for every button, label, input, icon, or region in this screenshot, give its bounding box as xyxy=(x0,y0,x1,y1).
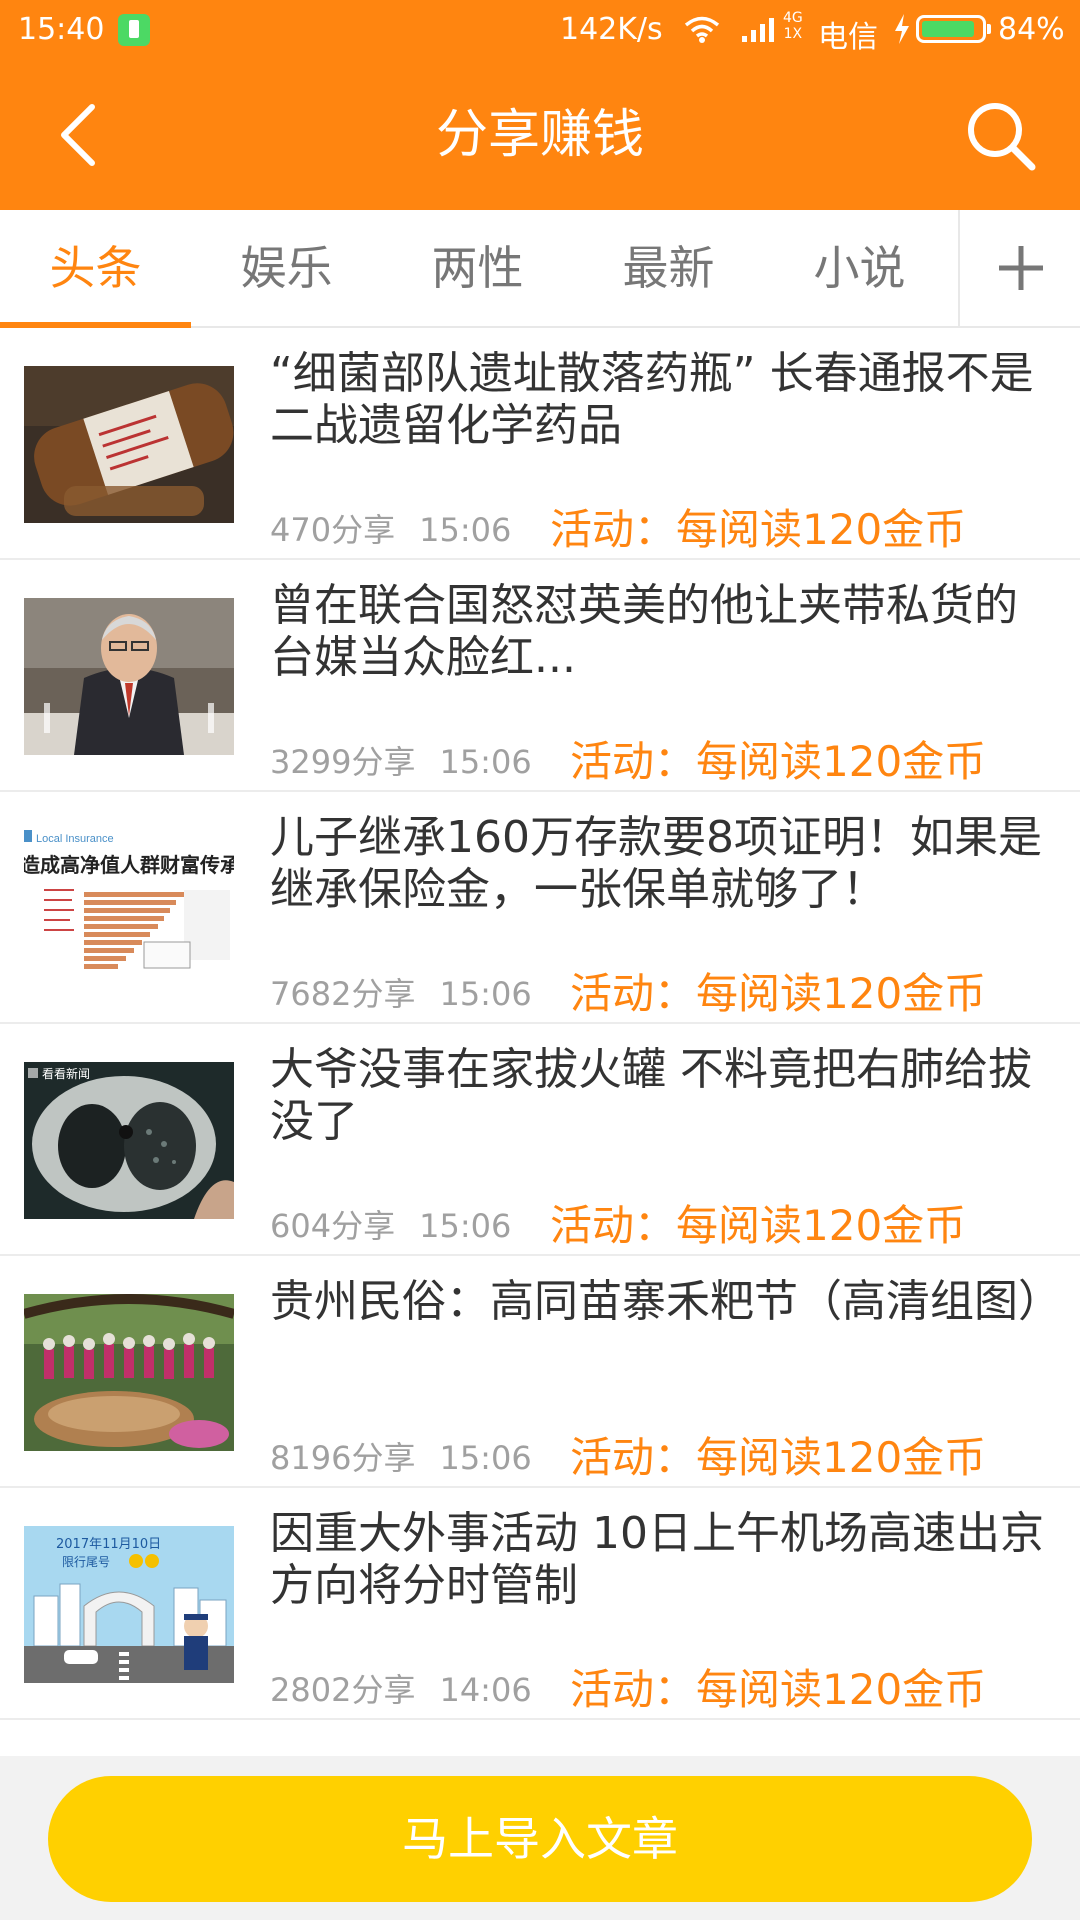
article-meta: 2802分享 14:06 xyxy=(270,1665,532,1711)
article-thumbnail: 2017年11月10日 限行尾号 xyxy=(24,1526,234,1683)
plus-icon xyxy=(999,246,1043,290)
search-button[interactable] xyxy=(960,95,1040,175)
tab-latest[interactable]: 最新 xyxy=(573,210,764,326)
article-title: 因重大外事活动 10日上午机场高速出京方向将分时管制 xyxy=(270,1508,1044,1611)
article-thumbnail: 看看新闻 xyxy=(24,1062,234,1219)
network-type: 4G 1X xyxy=(783,10,803,42)
add-tab-button[interactable] xyxy=(958,210,1080,326)
article-thumbnail xyxy=(24,1294,234,1451)
article-item[interactable]: “细菌部队遗址散落药瓶” 长春通报不是二战遗留化学药品 470分享 15:06 活… xyxy=(0,328,1080,560)
page-title: 分享赚钱 xyxy=(435,105,644,165)
status-time: 15:40 xyxy=(18,12,105,47)
article-list: “细菌部队遗址散落药瓶” 长春通报不是二战遗留化学药品 470分享 15:06 活… xyxy=(0,328,1080,1720)
article-meta: 7682分享 15:06 xyxy=(270,969,532,1015)
reward-promo: 活动：每阅读120金币 xyxy=(570,1433,987,1482)
title-bar: 分享赚钱 xyxy=(0,60,1080,210)
network-type-bottom: 1X xyxy=(783,26,803,42)
back-button[interactable] xyxy=(40,95,120,175)
article-item[interactable]: 贵州民俗：高同苗寨禾粑节（高清组图） 8196分享 15:06 活动：每阅读120… xyxy=(0,1256,1080,1488)
share-count: 7682分享 xyxy=(270,975,416,1013)
traffic-date: 2017年11月10日 xyxy=(56,1537,161,1552)
article-title: 儿子继承160万存款要8项证明！如果是继承保险金，一张保单就够了！ xyxy=(270,812,1042,915)
article-title: 贵州民俗：高同苗寨禾粑节（高清组图） xyxy=(270,1276,1060,1327)
import-article-button[interactable]: 马上导入文章 xyxy=(48,1776,1032,1902)
publish-time: 14:06 xyxy=(439,1671,532,1709)
article-title: 大爷没事在家拔火罐 不料竟把右肺给拔没了 xyxy=(270,1044,1032,1147)
article-item[interactable]: 曾在联合国怒怼英美的他让夹带私货的台媒当众脸红... 3299分享 15:06 活… xyxy=(0,560,1080,792)
publish-time: 15:06 xyxy=(439,1439,532,1477)
charging-icon xyxy=(895,14,909,44)
news-label: 看看新闻 xyxy=(42,1066,90,1081)
article-meta: 3299分享 15:06 xyxy=(270,737,532,783)
publish-time: 15:06 xyxy=(419,511,512,549)
publish-time: 15:06 xyxy=(439,743,532,781)
article-thumbnail xyxy=(24,366,234,523)
article-item[interactable]: 看看新闻 大爷没事在家拔火罐 不料竟把右肺给拔没了 604分享 15:06 活动：… xyxy=(0,1024,1080,1256)
article-meta: 604分享 15:06 xyxy=(270,1201,511,1247)
status-bar: 15:40 142K/s 4G 1X 电信 84% xyxy=(0,0,1080,60)
publish-time: 15:06 xyxy=(439,975,532,1013)
insurance-label: Local Insurance xyxy=(36,833,114,845)
network-type-top: 4G xyxy=(783,10,803,26)
insurance-headline: 造成高净值人群财富传承首 xyxy=(24,853,234,877)
reward-promo: 活动：每阅读120金币 xyxy=(550,1201,967,1250)
category-tabs: 头条 娱乐 两性 最新 小说 xyxy=(0,210,1080,328)
article-meta: 470分享 15:06 xyxy=(270,505,511,551)
article-thumbnail xyxy=(24,598,234,755)
tab-novels[interactable]: 小说 xyxy=(764,210,955,326)
article-title: 曾在联合国怒怼英美的他让夹带私货的台媒当众脸红... xyxy=(270,580,1018,683)
article-meta: 8196分享 15:06 xyxy=(270,1433,532,1479)
share-count: 470分享 xyxy=(270,511,396,549)
share-count: 3299分享 xyxy=(270,743,416,781)
tab-relationships[interactable]: 两性 xyxy=(382,210,573,326)
carrier-name: 电信 xyxy=(818,20,878,55)
bottom-action-area: 马上导入文章 xyxy=(0,1756,1080,1920)
tab-entertainment[interactable]: 娱乐 xyxy=(191,210,382,326)
wifi-icon xyxy=(684,16,720,43)
reward-promo: 活动：每阅读120金币 xyxy=(570,1665,987,1714)
tab-headlines[interactable]: 头条 xyxy=(0,210,191,328)
reward-promo: 活动：每阅读120金币 xyxy=(570,969,987,1018)
article-item[interactable]: Local Insurance 造成高净值人群财富传承首 xyxy=(0,792,1080,1024)
battery-app-icon xyxy=(118,14,150,46)
article-thumbnail: Local Insurance 造成高净值人群财富传承首 xyxy=(24,830,234,987)
battery-icon xyxy=(916,15,991,43)
article-title: “细菌部队遗址散落药瓶” 长春通报不是二战遗留化学药品 xyxy=(270,348,1034,451)
battery-percent: 84% xyxy=(998,12,1065,47)
signal-icon xyxy=(742,18,774,42)
publish-time: 15:06 xyxy=(419,1207,512,1245)
search-icon xyxy=(968,103,1036,171)
reward-promo: 活动：每阅读120金币 xyxy=(550,505,967,554)
share-count: 2802分享 xyxy=(270,1671,416,1709)
share-count: 604分享 xyxy=(270,1207,396,1245)
reward-promo: 活动：每阅读120金币 xyxy=(570,737,987,786)
share-count: 8196分享 xyxy=(270,1439,416,1477)
chevron-left-icon xyxy=(61,104,95,166)
traffic-label: 限行尾号 xyxy=(62,1555,110,1569)
network-speed: 142K/s xyxy=(560,12,663,47)
article-item[interactable]: 2017年11月10日 限行尾号 因重大外事活动 10日上午机场高速出京方向将分… xyxy=(0,1488,1080,1720)
